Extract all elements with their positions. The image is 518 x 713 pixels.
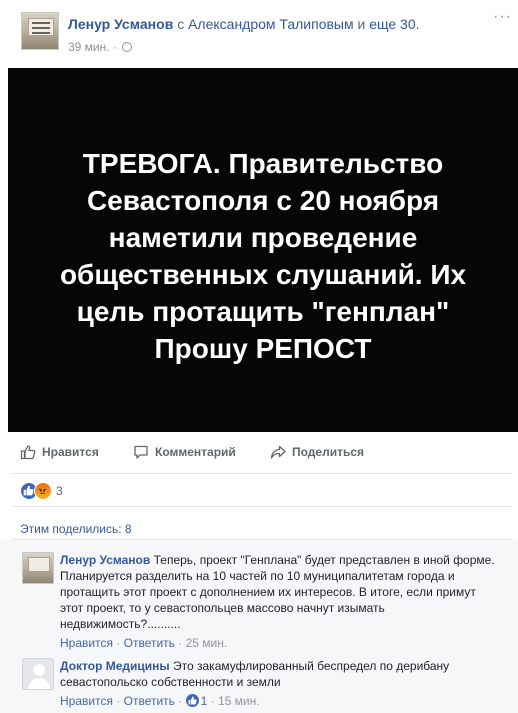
post-actions-bar: Нравится Комментарий Поделиться	[12, 432, 512, 474]
comment-time[interactable]: 25 мин.	[186, 636, 228, 650]
share-label: Поделиться	[292, 445, 365, 459]
comment-like-link[interactable]: Нравится	[60, 694, 113, 708]
author-name-link[interactable]: Ленур Усманов	[68, 16, 173, 32]
comment-author-link[interactable]: Доктор Медицины	[60, 659, 170, 673]
image-text-line: ТРЕВОГА. Правительство	[82, 148, 444, 179]
comment-time[interactable]: 15 мин.	[218, 694, 260, 708]
share-arrow-icon	[270, 445, 286, 459]
and-word: и	[357, 16, 366, 32]
shares-row: Этим поделились: 8	[12, 506, 512, 540]
globe-icon	[122, 42, 133, 52]
post-time-link[interactable]: 39 мин. ·	[68, 40, 117, 54]
comment-reply-link[interactable]: Ответить	[124, 694, 175, 708]
comment-like-badge-icon	[185, 694, 199, 707]
comment-like-count[interactable]: 1	[201, 694, 208, 708]
thumbs-up-icon	[20, 445, 36, 460]
angry-reaction-icon	[34, 482, 52, 500]
image-text-line: общественных слушаний. Их	[59, 259, 467, 290]
more-options-icon[interactable]: ···	[493, 9, 512, 25]
like-label: Нравится	[42, 445, 99, 459]
comment-button[interactable]: Комментарий	[133, 444, 236, 460]
image-text-line: наметили проведение	[108, 222, 418, 253]
comment-like-link[interactable]: Нравится	[60, 636, 113, 650]
others-link[interactable]: еще 30.	[369, 16, 419, 32]
comment-avatar[interactable]	[22, 552, 54, 584]
post-header-line: Ленур Усманов с Александром Талиповым и …	[68, 16, 420, 32]
share-button[interactable]: Поделиться	[270, 444, 364, 460]
shares-count-link[interactable]: Этим поделились: 8	[20, 522, 132, 536]
author-avatar[interactable]	[21, 12, 59, 50]
post-meta: 39 мин. ·	[68, 40, 133, 54]
image-text-line: Прошу РЕПОСТ	[154, 333, 372, 364]
tagged-person-link[interactable]: Александром Талиповым	[188, 16, 354, 32]
image-text-line: Севастополя с 20 ноября	[86, 185, 440, 216]
comment-body: Доктор Медицины Это закамуфлированный бе…	[60, 658, 500, 690]
reaction-count: 3	[56, 484, 63, 498]
comment-label: Комментарий	[155, 445, 236, 459]
comment-author-link[interactable]: Ленур Усманов	[60, 553, 150, 567]
comment-reply-link[interactable]: Ответить	[124, 636, 175, 650]
with-word: с	[177, 16, 185, 32]
post-image-text: ТРЕВОГА. Правительство Севастополя с 20 …	[8, 145, 518, 367]
image-text-line: цель протащить "генплан"	[76, 296, 450, 327]
post-image[interactable]: ТРЕВОГА. Правительство Севастополя с 20 …	[8, 68, 518, 432]
like-button[interactable]: Нравится	[20, 444, 99, 460]
comment-body: Ленур Усманов Теперь, проект "Генплана" …	[60, 552, 500, 632]
comments-section: Ленур Усманов Теперь, проект "Генплана" …	[0, 540, 518, 713]
post-header: Ленур Усманов с Александром Талиповым и …	[0, 0, 518, 68]
comment-meta: Нравится · Ответить · 1 · 15 мин.	[60, 694, 260, 708]
comment-meta: Нравится · Ответить · 25 мин.	[60, 636, 228, 650]
speech-bubble-icon	[134, 445, 148, 459]
comment-avatar[interactable]	[22, 658, 54, 690]
